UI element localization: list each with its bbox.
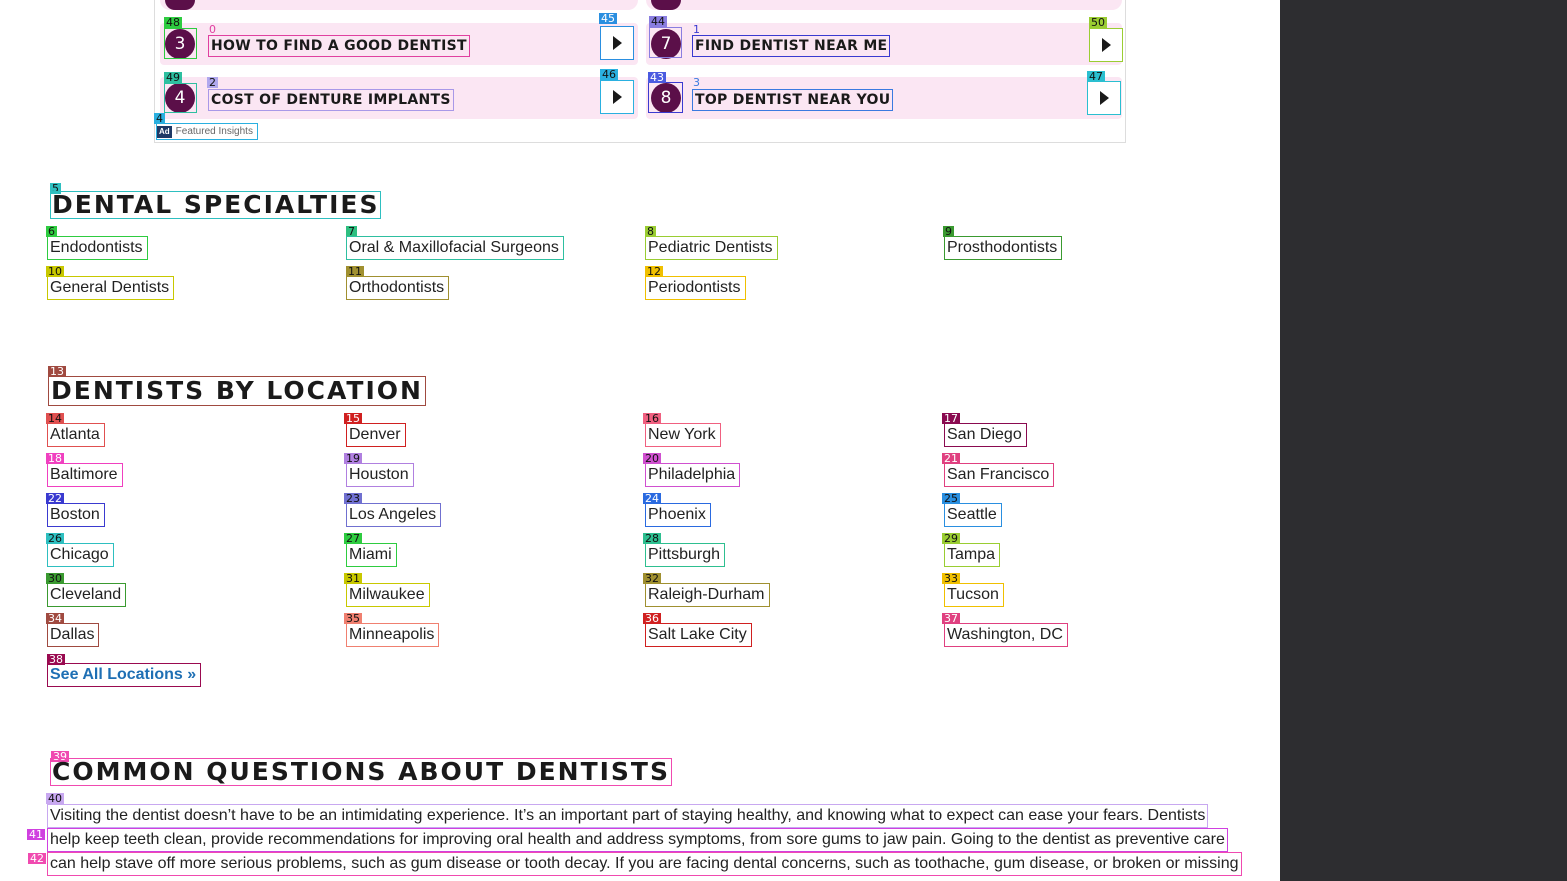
- specialty-link[interactable]: Pediatric Dentists: [645, 236, 778, 260]
- question-paragraph-line: Visiting the dentist doesn’t have to be …: [47, 804, 1209, 828]
- play-arrow-icon: [1099, 91, 1109, 105]
- specialty-link[interactable]: General Dentists: [47, 276, 175, 300]
- specialty-link[interactable]: Prosthodontists: [944, 236, 1063, 260]
- ad-link-text[interactable]: COST OF DENTURE IMPLANTS: [208, 89, 454, 111]
- specialty-link[interactable]: Endodontists: [47, 236, 148, 260]
- question-paragraph-line: help keep teeth clean, provide recommend…: [47, 828, 1228, 852]
- location-link[interactable]: New York: [645, 423, 721, 447]
- location-link[interactable]: Houston: [346, 463, 414, 487]
- location-link[interactable]: Chicago: [47, 543, 114, 567]
- ad-arrow-button[interactable]: [600, 26, 634, 60]
- location-link[interactable]: Phoenix: [645, 503, 711, 527]
- location-link[interactable]: San Francisco: [944, 463, 1055, 487]
- ad-link-text[interactable]: FIND DENTIST NEAR ME: [692, 35, 891, 57]
- ad-badge[interactable]: Ad Featured Insights: [156, 123, 258, 140]
- location-link[interactable]: Dallas: [47, 623, 100, 647]
- location-link[interactable]: Milwaukee: [346, 583, 430, 607]
- ad-link-text[interactable]: HOW TO FIND A GOOD DENTIST: [208, 35, 470, 57]
- ad-row-partial: [160, 0, 638, 10]
- location-link[interactable]: Tucson: [944, 583, 1004, 607]
- ad-block: [154, 0, 1126, 143]
- location-link[interactable]: Tampa: [944, 543, 1001, 567]
- location-link[interactable]: San Diego: [944, 423, 1027, 447]
- section-title-locations: DENTISTS BY LOCATION: [48, 376, 426, 406]
- ad-arrow-button[interactable]: [1089, 28, 1123, 62]
- ad-row-partial: [646, 0, 1122, 10]
- location-link[interactable]: Denver: [346, 423, 406, 447]
- location-link[interactable]: Raleigh-Durham: [645, 583, 770, 607]
- location-link[interactable]: Pittsburgh: [645, 543, 726, 567]
- location-link[interactable]: Salt Lake City: [645, 623, 752, 647]
- location-link[interactable]: Atlanta: [47, 423, 105, 447]
- location-link[interactable]: Washington, DC: [944, 623, 1068, 647]
- location-link[interactable]: Baltimore: [47, 463, 123, 487]
- side-panel: [1280, 0, 1567, 881]
- location-link[interactable]: Cleveland: [47, 583, 127, 607]
- play-arrow-icon: [612, 90, 622, 104]
- play-arrow-icon: [612, 36, 622, 50]
- ad-icon: Ad: [157, 125, 172, 138]
- location-link[interactable]: Miami: [346, 543, 397, 567]
- location-link[interactable]: Boston: [47, 503, 105, 527]
- specialty-link[interactable]: Oral & Maxillofacial Surgeons: [346, 236, 564, 260]
- question-paragraph-line: can help stave off more serious problems…: [47, 852, 1242, 876]
- specialty-link[interactable]: Orthodontists: [346, 276, 450, 300]
- ad-arrow-button[interactable]: [600, 80, 634, 114]
- location-link[interactable]: Seattle: [944, 503, 1002, 527]
- location-link[interactable]: Los Angeles: [346, 503, 442, 527]
- ad-link-text[interactable]: TOP DENTIST NEAR YOU: [692, 89, 894, 111]
- play-arrow-icon: [1101, 38, 1111, 52]
- specialty-link[interactable]: Periodontists: [645, 276, 746, 300]
- location-link[interactable]: Philadelphia: [645, 463, 741, 487]
- section-title-questions: COMMON QUESTIONS ABOUT DENTISTS: [50, 757, 672, 786]
- location-link[interactable]: Minneapolis: [346, 623, 440, 647]
- see-all-locations-link[interactable]: See All Locations »: [47, 663, 202, 687]
- ad-badge-label: Featured Insights: [175, 126, 253, 137]
- section-title-specialties: DENTAL SPECIALTIES: [50, 190, 382, 219]
- ad-arrow-button[interactable]: [1087, 81, 1121, 115]
